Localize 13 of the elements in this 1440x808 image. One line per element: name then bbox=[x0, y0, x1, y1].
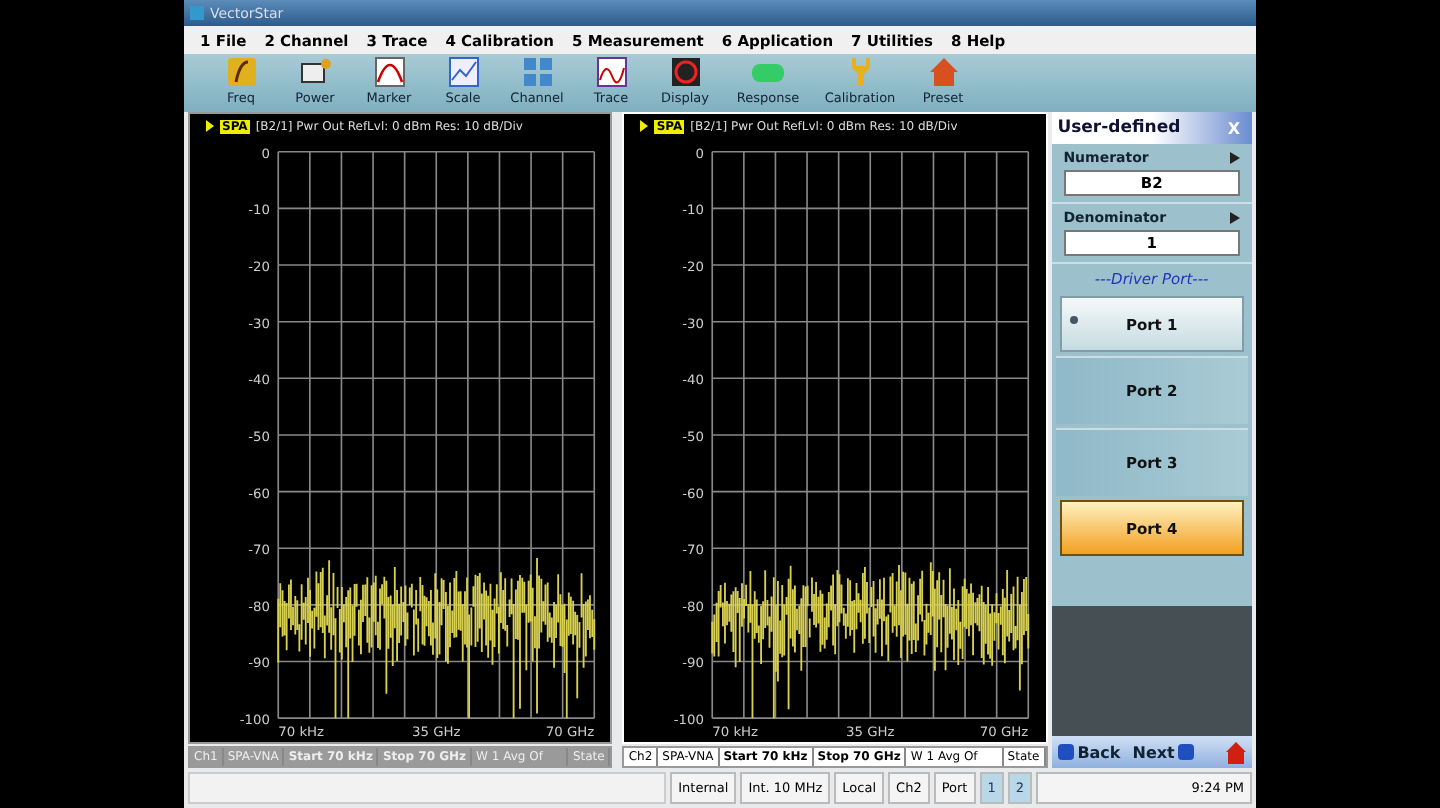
grid-icon bbox=[521, 56, 553, 88]
back-button[interactable]: Back bbox=[1057, 743, 1121, 761]
app-icon bbox=[190, 6, 204, 20]
graph-icon bbox=[447, 56, 479, 88]
waveform-icon bbox=[595, 56, 627, 88]
home-icon bbox=[927, 56, 959, 88]
function-icon bbox=[225, 56, 257, 88]
home-icon[interactable] bbox=[1226, 741, 1246, 763]
peak-icon bbox=[373, 56, 405, 88]
target-icon bbox=[669, 56, 701, 88]
next-button[interactable]: Next bbox=[1132, 743, 1195, 761]
meter-icon bbox=[299, 56, 331, 88]
panel-title: User-defined bbox=[1057, 118, 1181, 138]
